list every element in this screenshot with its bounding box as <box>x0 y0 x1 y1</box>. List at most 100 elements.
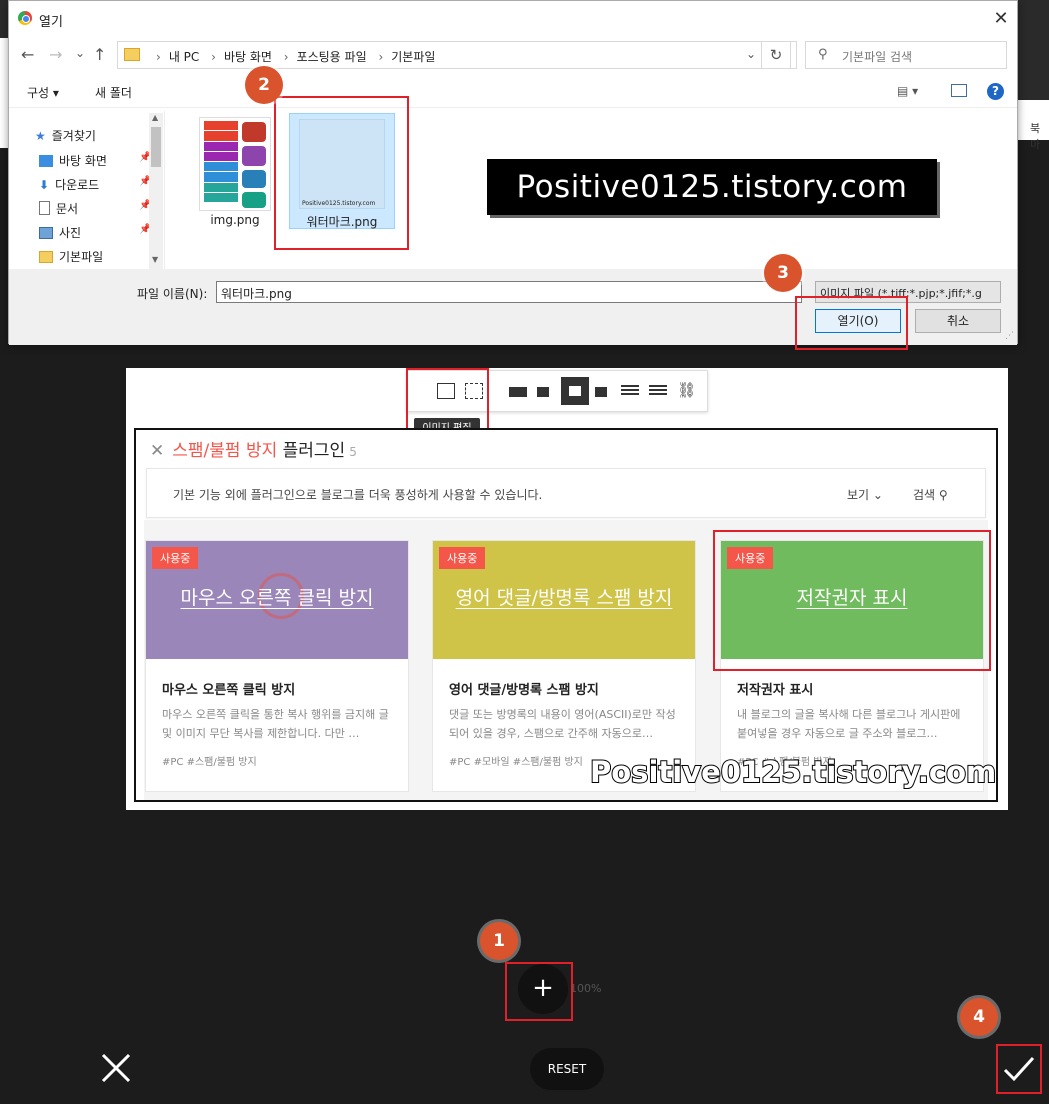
align-center-button[interactable] <box>561 377 589 405</box>
sidebar-item-downloads[interactable]: ⬇ 다운로드 📌 <box>39 176 151 193</box>
step-marker: 4 <box>960 998 998 1036</box>
text-wrap-left-icon[interactable] <box>621 385 639 397</box>
breadcrumb-item[interactable]: 바탕 화면 <box>224 50 272 64</box>
close-icon[interactable]: ✕ <box>150 441 164 461</box>
sidebar-item-basicfiles[interactable]: 기본파일 <box>39 248 103 265</box>
status-badge: 사용중 <box>152 547 199 569</box>
card-tags: #PC #모바일 #스팸/불펌 방지 <box>449 757 583 768</box>
sidebar-item-desktop[interactable]: 바탕 화면 📌 <box>39 152 151 169</box>
file-name[interactable]: img.png <box>199 213 271 227</box>
file-name-label: 파일 이름(N): <box>137 287 208 301</box>
help-icon[interactable]: ? <box>987 83 1004 100</box>
link-icon[interactable]: ⛓ <box>677 381 696 399</box>
close-icon[interactable] <box>98 1050 134 1086</box>
background-app-edge <box>0 38 8 148</box>
sidebar-item-favorites[interactable]: ★ 즐겨찾기 <box>35 127 96 144</box>
refresh-icon[interactable]: ↻ <box>761 41 791 69</box>
highlight-add <box>505 962 573 1021</box>
resize-grip-icon[interactable]: ⋰ <box>1005 331 1014 341</box>
highlight-copyright-card <box>713 530 991 671</box>
search-button[interactable]: 검색 ⚲ <box>913 486 948 503</box>
card-description: 내 블로그의 글을 복사해 다른 블로그나 게시판에 붙여넣을 경우 자동으로 … <box>737 708 961 740</box>
text-wrap-right-icon[interactable] <box>649 385 667 397</box>
plugin-card[interactable]: 사용중 마우스 오른쪽 클릭 방지 마우스 오른쪽 클릭 방지 마우스 오른쪽 … <box>145 540 409 792</box>
search-icon: ⚲ <box>818 47 828 62</box>
sidebar-item-label: 바탕 화면 <box>59 154 107 168</box>
zoom-level: 100% <box>570 982 602 995</box>
reset-button[interactable]: RESET <box>530 1048 604 1090</box>
step-marker: 1 <box>480 922 518 960</box>
desktop-icon <box>39 155 53 167</box>
watermark-banner: Positive0125.tistory.com <box>487 159 937 215</box>
navigation-pane: ★ 즐겨찾기 바탕 화면 📌 ⬇ 다운로드 📌 문서 📌 사진 📌 기본파일 <box>9 111 163 269</box>
bookmark-label: 북마 <box>1030 122 1041 151</box>
up-arrow-icon[interactable]: ↑ <box>93 45 106 64</box>
sidebar-item-label: 사진 <box>59 226 82 240</box>
folder-icon <box>124 48 140 61</box>
card-name: 저작권자 표시 <box>737 683 814 698</box>
document-icon <box>39 201 50 215</box>
close-icon[interactable]: ✕ <box>989 7 1013 31</box>
search-placeholder: 기본파일 검색 <box>842 50 913 64</box>
preview-pane-icon[interactable] <box>951 84 967 97</box>
folder-icon <box>39 251 53 263</box>
plugin-title: 플러그인 <box>282 441 346 461</box>
align-right-icon[interactable] <box>595 387 607 397</box>
breadcrumb-item[interactable]: 기본파일 <box>391 50 435 64</box>
recent-locations-icon[interactable]: ⌄ <box>75 46 85 60</box>
align-left-icon[interactable] <box>537 387 549 397</box>
dialog-title: 열기 <box>39 15 63 30</box>
dialog-titlebar: 열기 ✕ <box>9 1 1017 37</box>
dialog-toolbar: 구성 ▾ 새 폴더 ▤ ▾ ? <box>9 76 1017 108</box>
scroll-down-icon[interactable]: ▼ <box>152 255 158 264</box>
pictures-icon <box>39 227 53 239</box>
file-open-dialog: 열기 ✕ ← → ⌄ ↑ › 내 PC › 바탕 화면 › 포스팅용 파일 › 기본파일… <box>8 0 1018 345</box>
back-arrow-icon[interactable]: ← <box>21 45 34 64</box>
card-description: 마우스 오른쪽 클릭을 통한 복사 행위를 금지해 글 및 이미지 무단 복사를… <box>162 708 389 740</box>
plugin-info-bar: 기본 기능 외에 플러그인으로 블로그를 더욱 풍성하게 사용할 수 있습니다.… <box>146 468 986 518</box>
highlight-file <box>274 96 409 250</box>
sidebar-item-label: 기본파일 <box>59 250 104 264</box>
forward-arrow-icon[interactable]: → <box>49 45 62 64</box>
search-input[interactable]: ⚲ 기본파일 검색 <box>805 41 1007 69</box>
download-icon: ⬇ <box>39 178 50 192</box>
pane-divider <box>164 111 165 269</box>
chrome-icon <box>18 11 32 25</box>
card-name: 마우스 오른쪽 클릭 방지 <box>162 683 296 698</box>
sidebar-item-pictures[interactable]: 사진 📌 <box>39 224 151 241</box>
check-icon[interactable] <box>1002 1054 1036 1084</box>
card-cover-title: 마우스 오른쪽 클릭 방지 <box>180 587 374 609</box>
breadcrumb-item[interactable]: 내 PC <box>169 50 199 64</box>
address-bar[interactable]: › 내 PC › 바탕 화면 › 포스팅용 파일 › 기본파일 ⌄ <box>117 41 797 69</box>
background-bookmark-strip: 북마 <box>1018 100 1049 151</box>
sidebar-item-label: 즐겨찾기 <box>51 129 96 143</box>
new-folder-button[interactable]: 새 폴더 <box>95 84 132 101</box>
cancel-button[interactable]: 취소 <box>915 309 1001 333</box>
sidebar-item-label: 문서 <box>56 202 79 216</box>
scroll-up-icon[interactable]: ▲ <box>152 113 158 122</box>
step-marker: 3 <box>764 254 802 292</box>
scrollbar-thumb[interactable] <box>151 127 161 167</box>
card-description: 댓글 또는 방명록의 내용이 영어(ASCII)로만 작성되어 있을 경우, 스… <box>449 708 676 740</box>
breadcrumb-item[interactable]: 포스팅용 파일 <box>297 50 367 64</box>
card-name: 영어 댓글/방명록 스팸 방지 <box>449 683 599 698</box>
sidebar-item-documents[interactable]: 문서 📌 <box>39 200 151 217</box>
watermark-overlay: Positive0125.tistory.com <box>589 754 997 790</box>
card-cover-title: 영어 댓글/방명록 스팸 방지 <box>455 587 673 609</box>
navpane-scrollbar[interactable]: ▲ ▼ <box>149 113 163 269</box>
view-options-icon[interactable]: ▤ ▾ <box>897 84 918 98</box>
star-icon: ★ <box>35 129 46 143</box>
view-dropdown[interactable]: 보기 ⌄ <box>847 486 883 503</box>
status-badge: 사용중 <box>439 547 486 569</box>
chevron-down-icon[interactable]: ⌄ <box>746 47 756 61</box>
align-center-icon <box>569 386 581 396</box>
highlight-open <box>795 296 908 350</box>
plugin-description: 기본 기능 외에 플러그인으로 블로그를 더욱 풍성하게 사용할 수 있습니다. <box>173 488 543 502</box>
plugin-heading: ✕ 스팸/불펌 방지 플러그인 5 <box>150 436 357 461</box>
file-name-field[interactable]: 워터마크.png <box>216 281 802 303</box>
organize-button[interactable]: 구성 ▾ <box>27 84 59 101</box>
card-tags: #PC #스팸/불펌 방지 <box>162 757 257 768</box>
align-full-icon[interactable] <box>509 387 527 397</box>
plugin-count: 5 <box>349 445 357 459</box>
file-thumbnail-img[interactable] <box>199 117 271 211</box>
